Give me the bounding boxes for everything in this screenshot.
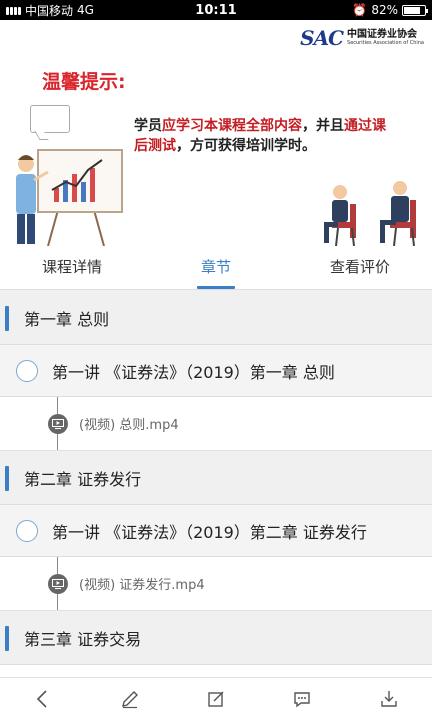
speech-bubble-icon (30, 105, 70, 133)
logo-en: Securities Association of China (347, 39, 424, 46)
sac-logo: SAC 中国证券业协会 Securities Association of Ch… (300, 26, 424, 50)
tip-text: 学员 (134, 118, 162, 134)
lecture-row[interactable]: 第一讲 《证券法》（2019）第二章 证券发行 (0, 505, 432, 557)
alarm-icon: ⏰ (352, 3, 368, 17)
back-icon (37, 690, 47, 708)
carrier-label: 中国移动 (25, 3, 74, 18)
chapter-title: 第三章 证券交易 (24, 629, 142, 649)
comment-button[interactable] (280, 679, 324, 719)
progress-circle-icon (16, 359, 38, 382)
tip-text: ，并且 (302, 118, 344, 134)
network-label: 4G (77, 3, 94, 17)
chapter-row[interactable]: 第一章 总则 (0, 291, 432, 345)
tab-chapters[interactable]: 章节 (144, 246, 288, 289)
download-button[interactable] (367, 679, 411, 719)
tab-reviews[interactable]: 查看评价 (288, 246, 432, 289)
course-tabs: 课程详情 章节 查看评价 (0, 246, 432, 290)
video-row[interactable]: (视频) 总则.mp4 (0, 397, 432, 451)
tab-course-details[interactable]: 课程详情 (0, 246, 144, 289)
video-row[interactable]: (视频) 证券发行.mp4 (0, 557, 432, 611)
lecture-row[interactable]: 第一讲 《证券法》（2019）第一章 总则 (0, 345, 432, 397)
chapter-row[interactable]: 第三章 证券交易 (0, 611, 432, 665)
battery-percent: 82% (371, 3, 398, 17)
audience-illustration (324, 181, 416, 246)
tip-text: ，方可获得培训学时。 (176, 138, 316, 154)
bottom-toolbar (0, 677, 432, 720)
video-icon (48, 573, 68, 594)
lecture-title: 第一讲 《证券法》（2019）第二章 证券发行 (52, 522, 367, 542)
comment-icon (294, 692, 311, 708)
lecture-title: 第一讲 《证券法》（2019）第一章 总则 (52, 362, 335, 382)
video-title: (视频) 证券发行.mp4 (79, 578, 205, 593)
presenter-illustration (16, 149, 123, 246)
pen-icon (121, 691, 138, 709)
tip-emphasis: 应学习本课程全部内容 (162, 118, 302, 134)
video-icon (48, 413, 68, 434)
chapter-marker (5, 306, 9, 331)
battery-icon (402, 4, 428, 16)
signal-icon (6, 5, 21, 15)
chapter-title: 第二章 证券发行 (24, 469, 142, 489)
back-button[interactable] (21, 679, 65, 719)
progress-circle-icon (16, 519, 38, 542)
tip-body: 学员应学习本课程全部内容，并且通过课后测试，方可获得培训学时。 (134, 116, 394, 156)
video-title: (视频) 总则.mp4 (79, 418, 179, 433)
logo-mark: SAC (300, 26, 344, 50)
edit-button[interactable] (194, 679, 238, 719)
edit-note-icon (208, 691, 224, 707)
tip-title: 温馨提示: (42, 71, 126, 93)
chapter-list: 第一章 总则第一讲 《证券法》（2019）第一章 总则 (视频) 总则.mp4 第二… (0, 291, 432, 677)
chapter-title: 第一章 总则 (24, 309, 110, 329)
chapter-row[interactable]: 第二章 证券发行 (0, 451, 432, 505)
course-banner: SAC 中国证券业协会 Securities Association of Ch… (0, 20, 432, 246)
status-bar: 中国移动 4G 10:11 ⏰ 82% (0, 0, 432, 20)
notes-button[interactable] (108, 679, 152, 719)
download-icon (381, 691, 397, 707)
chapter-marker (5, 466, 9, 491)
chapter-marker (5, 626, 9, 651)
